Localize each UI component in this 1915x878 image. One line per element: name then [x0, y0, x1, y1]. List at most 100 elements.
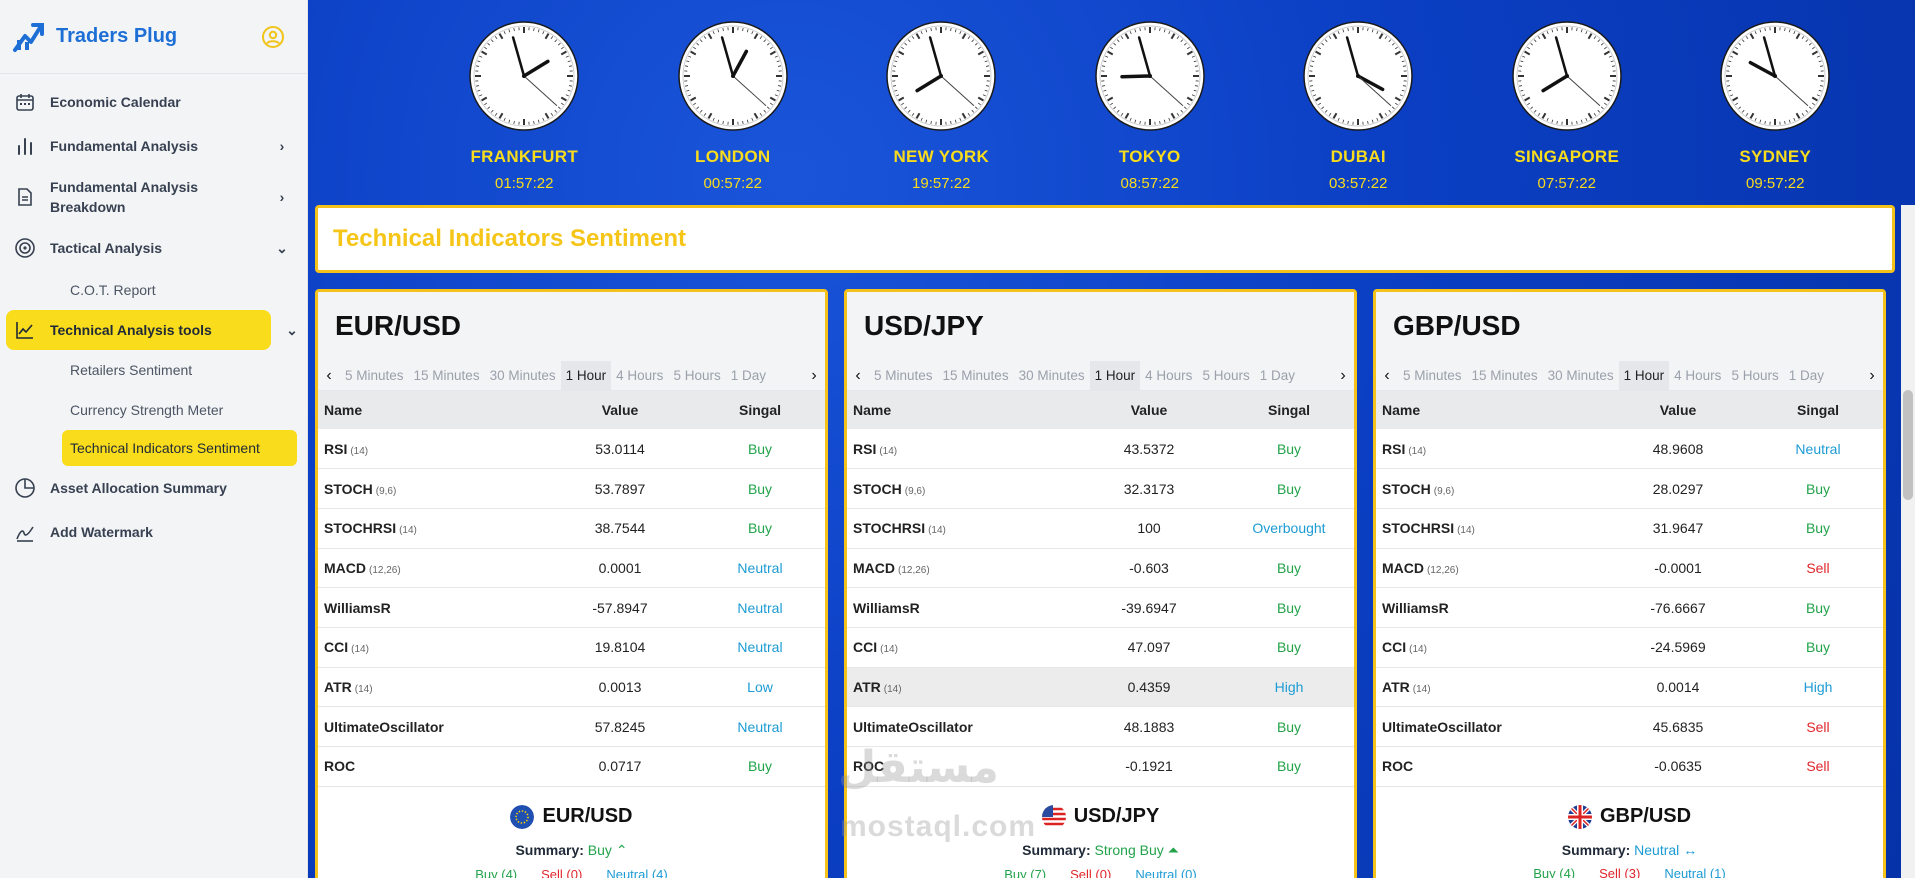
timeframe-tab[interactable]: 1 Hour	[1089, 361, 1141, 390]
sidebar-item-asset-allocation-summary[interactable]: Asset Allocation Summary	[0, 466, 307, 510]
sidebar-item-fundamental-analysis-breakdown[interactable]: Fundamental Analysis Breakdown ›	[0, 168, 307, 226]
indicator-param: (14)	[354, 683, 373, 695]
indicator-param: (14)	[883, 683, 902, 695]
clock-face-icon	[678, 21, 788, 131]
timeframe-tab[interactable]: 30 Minutes	[1014, 361, 1090, 390]
sidebar-item-label: Asset Allocation Summary	[50, 480, 227, 496]
indicator-name: CCI (14)	[318, 627, 545, 668]
indicator-value: 0.0001	[545, 548, 695, 589]
indicator-name: ROC	[847, 746, 1074, 787]
indicator-signal: Buy	[1224, 746, 1354, 787]
indicator-param: (14)	[1457, 525, 1475, 537]
timeframe-tab[interactable]: 5 Minutes	[340, 361, 409, 390]
indicator-signal: Buy	[1753, 587, 1883, 628]
column-header-signal: Singal	[1753, 391, 1883, 429]
timeframe-tabs: ‹ 5 Minutes 15 Minutes 30 Minutes 1 Hour 4 H…	[1376, 361, 1883, 391]
indicator-signal: Sell	[1753, 548, 1883, 589]
timeframe-tab[interactable]: 1 Hour	[1618, 361, 1670, 390]
indicator-signal: Buy	[1753, 508, 1883, 549]
timeframe-tab[interactable]: 30 Minutes	[485, 361, 561, 390]
brand-name[interactable]: Traders Plug	[56, 25, 261, 48]
indicator-signal: Neutral	[695, 548, 825, 589]
logo-icon	[10, 19, 46, 55]
timeframe-tab[interactable]: 30 Minutes	[1543, 361, 1619, 390]
user-account-icon[interactable]	[261, 25, 285, 49]
table-row: ATR (14) 0.0013 Low	[318, 667, 825, 708]
scrollbar-track[interactable]	[1901, 205, 1915, 878]
timeframe-tab[interactable]: 15 Minutes	[938, 361, 1014, 390]
chevron-right-icon[interactable]: ›	[1861, 367, 1883, 385]
indicator-signal: Buy	[1753, 468, 1883, 509]
timeframe-tab[interactable]: 15 Minutes	[409, 361, 485, 390]
indicator-param: (14)	[351, 644, 369, 656]
sidebar-item-economic-calendar[interactable]: Economic Calendar	[0, 80, 307, 124]
timeframe-tab[interactable]: 5 Hours	[1197, 361, 1254, 390]
indicator-name: ATR (14)	[1376, 667, 1603, 708]
chevron-right-icon[interactable]: ›	[1332, 367, 1354, 385]
indicator-value: 53.7897	[545, 468, 695, 509]
indicator-name: WilliamsR	[847, 587, 1074, 628]
sidebar-item-label: Add Watermark	[50, 524, 153, 540]
indicator-param: (9,6)	[1433, 485, 1455, 497]
indicator-name: WilliamsR	[318, 587, 545, 628]
neutral-count: Neutral (0)	[1135, 866, 1197, 878]
timeframe-tab[interactable]: 15 Minutes	[1467, 361, 1543, 390]
indicator-signal: Buy	[695, 746, 825, 787]
page-title: Technical Indicators Sentiment	[333, 225, 686, 252]
clock-city: DUBAI	[1330, 147, 1386, 166]
indicator-value: 32.3173	[1074, 468, 1224, 509]
indicator-signal: High	[1753, 667, 1883, 708]
timeframe-tab[interactable]: 5 Hours	[668, 361, 725, 390]
indicator-signal: Buy	[695, 468, 825, 509]
timeframe-tab[interactable]: 5 Minutes	[869, 361, 938, 390]
indicator-value: 100	[1074, 508, 1224, 549]
panel-header: EUR/USD	[318, 292, 825, 361]
sidebar-item-technical-analysis-tools[interactable]: Technical Analysis tools ⌄	[6, 310, 298, 350]
sidebar-item-fundamental-analysis[interactable]: Fundamental Analysis ›	[0, 124, 307, 168]
table-row: WilliamsR -57.8947 Neutral	[318, 587, 825, 628]
chevron-right-icon[interactable]: ›	[803, 367, 825, 385]
indicator-signal: Buy	[695, 508, 825, 549]
table-row: CCI (14) -24.5969 Buy	[1376, 627, 1883, 668]
chevron-left-icon[interactable]: ‹	[847, 367, 869, 385]
timeframe-tabs: ‹ 5 Minutes 15 Minutes 30 Minutes 1 Hour 4 H…	[318, 361, 825, 391]
indicator-name: STOCHRSI (14)	[847, 508, 1074, 549]
indicator-name: STOCH (9,6)	[847, 468, 1074, 509]
sidebar-item-tactical-analysis[interactable]: Tactical Analysis ⌄	[0, 226, 307, 270]
indicator-value: -0.0001	[1603, 548, 1753, 589]
indicator-name: UltimateOscillator	[847, 706, 1074, 747]
sidebar-subitem-cot-report[interactable]: C.O.T. Report	[0, 270, 307, 310]
sidebar-subitem-technical-indicators-sentiment[interactable]: Technical Indicators Sentiment	[62, 430, 297, 466]
timeframe-tab[interactable]: 4 Hours	[1669, 361, 1726, 390]
column-header-value: Value	[1074, 391, 1224, 429]
timeframe-tab[interactable]: 4 Hours	[1140, 361, 1197, 390]
sell-count: Sell (3)	[1599, 865, 1641, 878]
chevron-left-icon[interactable]: ‹	[1376, 367, 1398, 385]
timeframe-tab[interactable]: 1 Day	[1784, 361, 1829, 390]
scrollbar-thumb[interactable]	[1903, 390, 1913, 500]
sidebar: Traders Plug Economic Calendar Fundament…	[0, 0, 308, 878]
indicator-signal: Neutral	[1753, 429, 1883, 470]
indicator-param: (14)	[1412, 683, 1431, 695]
sidebar-item-add-watermark[interactable]: Add Watermark	[0, 510, 307, 554]
timeframe-tab[interactable]: 1 Hour	[560, 361, 612, 390]
chevron-left-icon[interactable]: ‹	[318, 367, 340, 385]
sidebar-subitem-currency-strength-meter[interactable]: Currency Strength Meter	[0, 390, 307, 430]
timeframe-tab[interactable]: 4 Hours	[611, 361, 668, 390]
table-row: STOCH (9,6) 32.3173 Buy	[847, 468, 1354, 509]
sidebar-item-label: Economic Calendar	[50, 94, 181, 110]
indicator-value: 0.0013	[545, 667, 695, 708]
page-title-banner: Technical Indicators Sentiment	[315, 205, 1895, 273]
timeframe-tab[interactable]: 1 Day	[1255, 361, 1300, 390]
timeframe-tab[interactable]: 1 Day	[726, 361, 771, 390]
timeframe-tab[interactable]: 5 Hours	[1726, 361, 1783, 390]
sidebar-subitem-retailers-sentiment[interactable]: Retailers Sentiment	[0, 350, 307, 390]
table-row: ATR (14) 0.0014 High	[1376, 667, 1883, 708]
summary-block: USD/JPY Summary: Strong Buy ⏶ Buy (7) Se…	[847, 787, 1354, 878]
indicator-param: (12,26)	[1427, 564, 1459, 576]
sidebar-item-label: Fundamental Analysis Breakdown	[50, 179, 199, 215]
summary-counts: Buy (7) Sell (0) Neutral (0)	[847, 867, 1354, 878]
summary-label: Summary:	[1561, 841, 1631, 858]
timeframe-tab[interactable]: 5 Minutes	[1398, 361, 1467, 390]
clock-city: SINGAPORE	[1514, 147, 1620, 166]
